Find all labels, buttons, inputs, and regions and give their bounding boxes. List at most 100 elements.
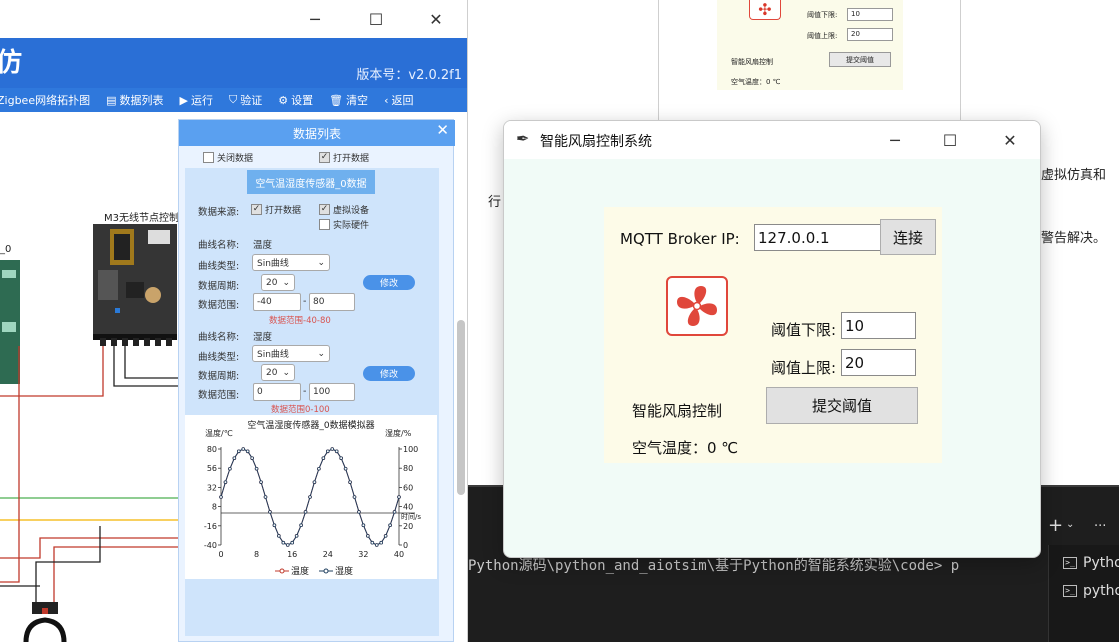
curve2-period-select[interactable]: 20 ⌄	[261, 364, 295, 381]
high-threshold-input[interactable]: 20	[841, 349, 916, 376]
bg-low-label: 阈值下限:	[807, 11, 838, 19]
fan-close-button[interactable]: ✕	[987, 121, 1033, 159]
curve2-period-label: 数据周期:	[198, 371, 240, 382]
maximize-button[interactable]: ☐	[353, 0, 399, 38]
data-list-label: 数据列表	[119, 94, 164, 107]
topology-label: Zigbee网络拓扑图	[0, 94, 91, 107]
chart-series-2-point	[366, 534, 370, 538]
open-data-checkbox[interactable]: ✓ 打开数据	[319, 151, 369, 164]
chart-series-2-point	[392, 510, 397, 514]
submit-threshold-button[interactable]: 提交阈值	[766, 387, 918, 424]
curve1-max-input[interactable]: 80	[309, 293, 355, 311]
curve1-type-label: 曲线类型:	[198, 261, 240, 272]
background-fan-window: ✣ 阈值下限: 10 阈值上限: 20 智能风扇控制 提交阈值 空气温度：0 ℃	[658, 0, 961, 121]
toolbar-settings[interactable]: ⚙ 设置	[278, 92, 313, 108]
chart-xtick-label: 8	[254, 550, 259, 559]
checkbox-box	[319, 219, 330, 230]
curve2-min-input[interactable]: 0	[253, 383, 301, 401]
feather-icon: ✒	[516, 129, 530, 148]
app-logo: 仿	[0, 42, 22, 79]
chevron-left-icon: ‹	[384, 93, 389, 107]
run-label: 运行	[190, 94, 213, 107]
sensor-chart: 空气温湿度传感器_0数据模拟器 温度/℃ 湿度/% 时间/s 80 56 32 8 -16 -40…	[185, 415, 437, 579]
toolbar-topology[interactable]: Zigbee网络拓扑图	[0, 92, 90, 108]
low-threshold-input[interactable]: 10	[841, 312, 916, 339]
virtual-device-label: 虚拟设备	[333, 206, 370, 216]
virtual-device-checkbox[interactable]: ✓ 虚拟设备	[319, 203, 369, 216]
broker-ip-input[interactable]: 127.0.0.1	[754, 224, 882, 251]
toolbar-clear[interactable]: 🗑 清空	[329, 92, 368, 108]
curve1-type-select[interactable]: Sin曲线 ⌄	[252, 254, 330, 271]
high-threshold-label: 阈值上限:	[771, 359, 837, 377]
terminal-icon: >_	[1063, 557, 1077, 569]
background-fan-body: ✣ 阈值下限: 10 阈值上限: 20 智能风扇控制 提交阈值 空气温度：0 ℃	[717, 0, 903, 90]
checkbox-box: ✓	[319, 204, 330, 215]
real-hardware-checkbox[interactable]: 实际硬件	[319, 218, 369, 231]
chart-ylabel-left: 温度/℃	[205, 428, 233, 438]
gear-icon: ⚙	[278, 93, 289, 107]
air-temperature-label: 空气温度：0 ℃	[632, 439, 739, 457]
chart-series-2-point	[228, 466, 232, 471]
bg-fan-label: 智能风扇控制	[731, 58, 773, 66]
terminal-item-2[interactable]: >_ pytho	[1063, 583, 1119, 599]
curve2-type-value: Sin曲线	[257, 350, 289, 360]
chart-series-2-point	[321, 456, 326, 460]
bg-low-input[interactable]: 10	[847, 8, 893, 21]
curve2-range-hint: 数据范围0-100	[271, 405, 330, 415]
curve1-period-value: 20	[266, 277, 278, 288]
fan-control-window: ✒ 智能风扇控制系统 ─ ☐ ✕ MQTT Broker IP: 127.0.0…	[503, 120, 1041, 558]
chart-series-2-point	[343, 466, 348, 471]
list-icon: ▤	[106, 93, 117, 107]
fan-icon	[677, 286, 717, 326]
panel-scrollbar[interactable]	[457, 320, 465, 495]
toolbar-verify[interactable]: ⛉ 验证	[229, 92, 262, 108]
data-list-panel: 数据列表 ✕ 关闭数据 ✓ 打开数据 空气温湿度传感器_0数据 数据来源: ✓ 打开…	[178, 119, 465, 642]
curve2-modify-button[interactable]: 修改	[363, 366, 415, 381]
chart-series-2-point	[348, 480, 352, 484]
panel-close-icon[interactable]: ✕	[436, 121, 449, 139]
open-data2-checkbox[interactable]: ✓ 打开数据	[251, 203, 301, 216]
bg-submit-button[interactable]: 提交阈值	[829, 52, 891, 67]
chart-series-2-point	[219, 495, 223, 499]
chart-series-2-point	[268, 510, 272, 514]
new-terminal-icon[interactable]: +	[1048, 515, 1063, 536]
curve2-max-input[interactable]: 100	[309, 383, 355, 401]
curve2-type-select[interactable]: Sin曲线 ⌄	[252, 345, 330, 362]
chart-ytick-label-right: 0	[403, 541, 408, 550]
more-options-icon[interactable]: ···	[1094, 519, 1106, 534]
verify-label: 验证	[240, 94, 263, 107]
chart-series-2-point	[326, 449, 330, 454]
toolbar-data-list[interactable]: ▤ 数据列表	[106, 92, 163, 108]
curve1-modify-button[interactable]: 修改	[363, 275, 415, 290]
curve1-min-input[interactable]: -40	[253, 293, 301, 311]
clear-label: 清空	[346, 94, 369, 107]
chart-series-2-point	[299, 523, 303, 528]
curve1-type-value: Sin曲线	[257, 259, 289, 269]
bg-high-input[interactable]: 20	[847, 28, 893, 41]
chevron-down-icon[interactable]: ⌄	[1066, 519, 1074, 530]
fan-content: MQTT Broker IP: 127.0.0.1 连接 阈值下限: 10 阈值…	[604, 207, 942, 463]
open-data-label: 打开数据	[333, 154, 370, 164]
minimize-button[interactable]: ─	[292, 0, 338, 38]
version-label: 版本号：v2.0.2f1	[356, 68, 462, 83]
chart-series-2-point	[281, 540, 286, 545]
open-data2-label: 打开数据	[265, 206, 302, 216]
close-button[interactable]: ✕	[413, 0, 459, 38]
chart-legend-label: 温度	[291, 565, 309, 577]
chart-ytick-label-right: 20	[403, 522, 413, 531]
curve1-period-select[interactable]: 20 ⌄	[261, 274, 295, 291]
connect-button[interactable]: 连接	[880, 219, 936, 255]
terminal-icon: >_	[1063, 585, 1077, 597]
close-data-label: 关闭数据	[217, 154, 254, 164]
terminal-item-1[interactable]: >_ Pytho	[1063, 555, 1119, 571]
close-data-checkbox[interactable]: 关闭数据	[203, 151, 253, 164]
chart-series-2-point	[277, 534, 281, 538]
bg-temp-label: 空气温度：0 ℃	[731, 78, 781, 86]
fan-minimize-button[interactable]: ─	[872, 121, 918, 159]
chart-series-2-point	[259, 480, 263, 484]
curve2-range-label: 数据范围:	[198, 390, 240, 401]
fan-maximize-button[interactable]: ☐	[927, 121, 973, 159]
toolbar-run[interactable]: ▶ 运行	[180, 92, 213, 108]
toolbar-back[interactable]: ‹ 返回	[384, 92, 413, 108]
chart-series-2-point	[272, 523, 277, 528]
